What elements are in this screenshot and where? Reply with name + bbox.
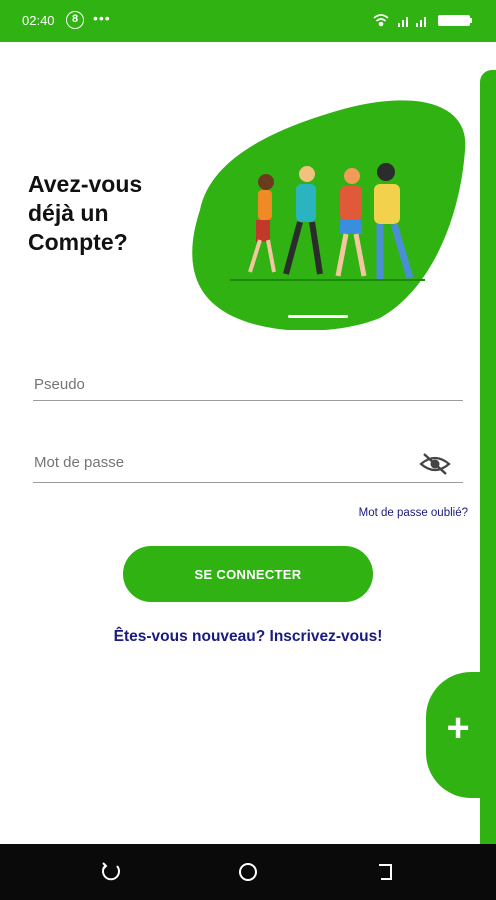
login-button[interactable]: SE CONNECTER [123, 546, 373, 602]
hero-illustration [192, 100, 466, 330]
status-icons [373, 14, 472, 27]
plus-icon[interactable]: + [436, 706, 480, 750]
notification-badge: 8 [66, 11, 84, 29]
password-underline [33, 482, 463, 483]
signal-icon [398, 17, 408, 27]
page-title: Avez-vous déjà un Compte? [28, 171, 143, 255]
pseudo-input[interactable] [34, 376, 414, 393]
more-notifications-icon: ••• [93, 10, 111, 26]
status-bar: 02:40 8 ••• [0, 0, 496, 42]
eye-off-icon[interactable] [419, 452, 451, 476]
back-icon[interactable] [373, 860, 397, 884]
wifi-icon [373, 14, 389, 27]
battery-icon [438, 15, 472, 26]
home-icon[interactable] [236, 860, 260, 884]
forgot-password-link[interactable]: Mot de passe oublié? [359, 507, 468, 519]
signal-icon [416, 17, 426, 27]
status-time: 02:40 [22, 13, 55, 28]
hero-blob [192, 100, 466, 330]
password-input[interactable] [34, 454, 414, 471]
navigation-bar [0, 844, 496, 900]
signup-link[interactable]: Êtes-vous nouveau? Inscrivez-vous! [0, 628, 496, 646]
recent-apps-icon[interactable] [99, 860, 123, 884]
pseudo-underline [33, 400, 463, 401]
